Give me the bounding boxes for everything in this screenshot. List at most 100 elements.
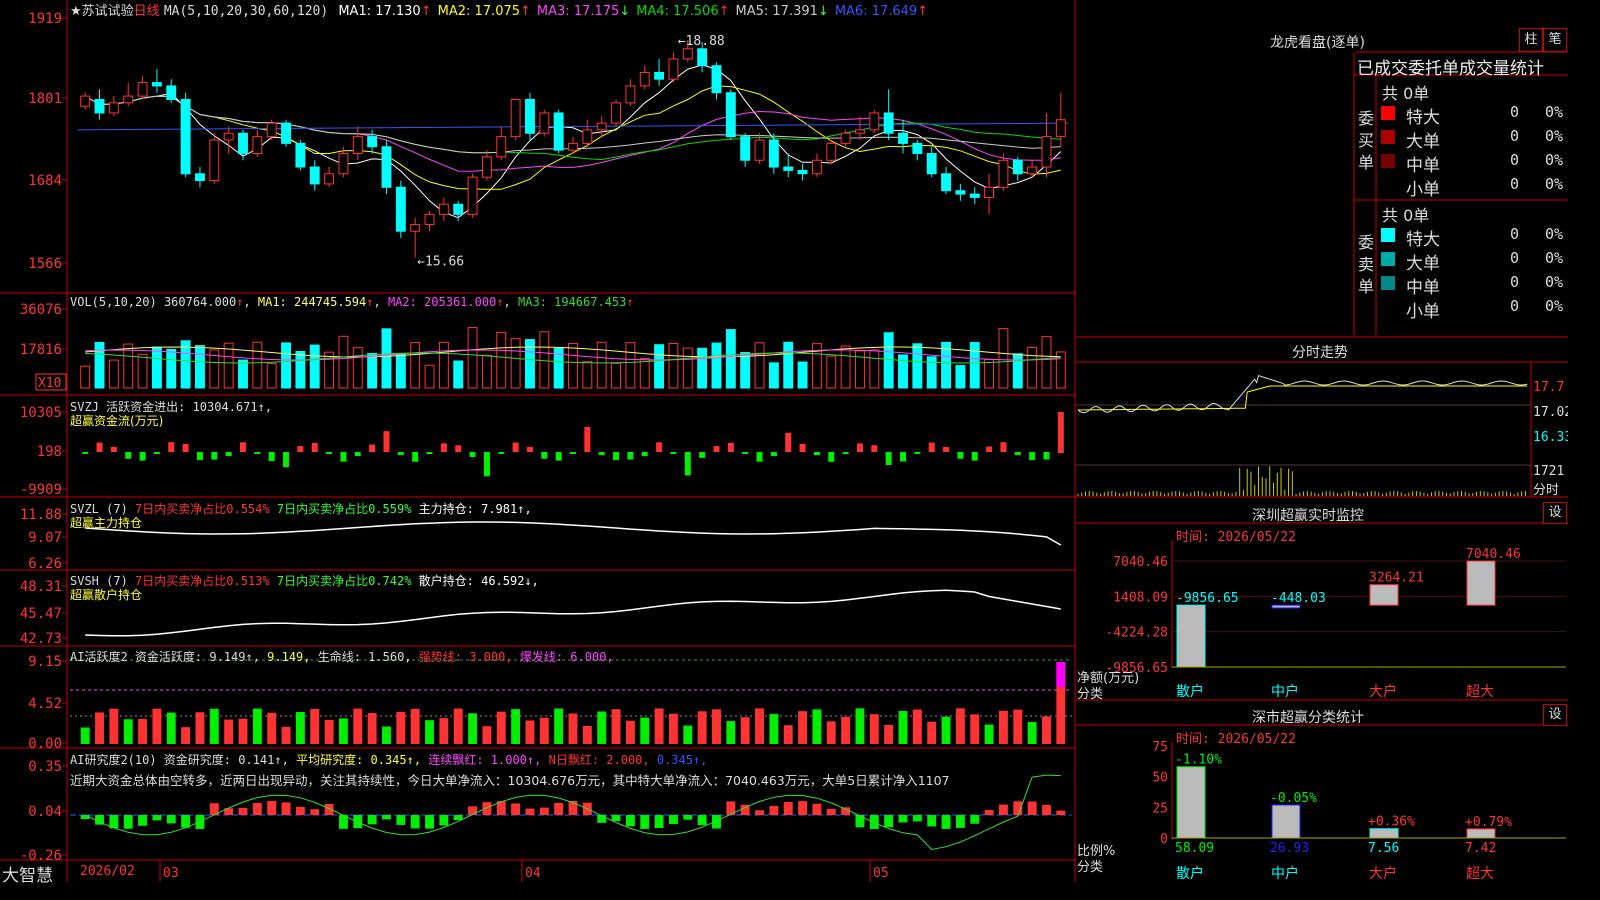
fund-flow-bar [584, 426, 591, 452]
vol-ma2: MA2: 205361.000 [387, 295, 497, 309]
class-pct-label: +0.36% [1368, 815, 1415, 830]
fund-flow-bar [326, 452, 333, 454]
main-header: ★苏试试验日线 MA(5,10,20,30,60,120) MA1: 17.13… [70, 0, 928, 19]
fund-flow-bar [871, 445, 878, 452]
research-bar [955, 815, 965, 828]
fund-flow-bar [168, 442, 175, 452]
research-bar [697, 815, 707, 826]
buy-color-swatch [1381, 106, 1395, 120]
class-pct-label: -1.10% [1175, 753, 1222, 768]
candle-body [424, 213, 435, 225]
buy-row-pct: 0% [1545, 127, 1564, 145]
activity-bar [998, 710, 1008, 744]
buy-row-count: 0 [1510, 127, 1520, 145]
volume-bar [754, 342, 765, 389]
monitor-category-label: 散户 [1176, 683, 1204, 700]
svzl-b: 7日内买卖净占比0.559% [276, 502, 412, 516]
class-pct-label: +0.79% [1465, 815, 1512, 830]
dragon-tabs[interactable]: 已成交委托单成交量统计 [1357, 54, 1544, 79]
volume-bar [453, 360, 464, 389]
research-bar [884, 815, 894, 828]
vol-ma1: MA1: 244745.594 [257, 295, 367, 309]
class-value-label: 58.09 [1175, 841, 1214, 856]
research-bar [525, 808, 535, 815]
bar-mode-button[interactable]: 柱 [1519, 28, 1543, 52]
tick-mode-button[interactable]: 笔 [1543, 28, 1567, 52]
sell-color-swatch [1381, 300, 1395, 314]
monitor-category-label: 超大 [1466, 684, 1494, 700]
sz-monitor-settings-button[interactable]: 设 [1543, 502, 1567, 524]
class-y-label: 75 [1152, 740, 1168, 755]
y-tick-label: 1566 [28, 256, 62, 272]
research-bar [640, 815, 650, 829]
research-bar [712, 815, 721, 829]
research-bar [654, 815, 664, 829]
up-arrow-icon: ↑ [496, 295, 504, 309]
activity-bar [1042, 716, 1051, 744]
activity-bar [841, 717, 851, 744]
candle-body [410, 223, 421, 232]
y-tick-label: 48.31 [20, 579, 62, 595]
period-label[interactable]: 日线 [134, 4, 160, 19]
candle-body [238, 132, 248, 155]
main-chart-area[interactable]: 1919 1801 1684 1566 ←18.88 ←15.66 36076 17816 X1… [0, 0, 1076, 882]
fund-flow-bar [699, 452, 706, 458]
activity-bar [138, 718, 148, 744]
candle-body [725, 92, 736, 138]
candle-body [625, 85, 636, 104]
y-tick-label: 198 [37, 444, 62, 460]
class-bar [1369, 828, 1399, 839]
activity-bar [554, 708, 564, 744]
activity-bar [697, 711, 707, 744]
vol-title: VOL(5,10,20) [70, 295, 157, 309]
activity-bar [166, 712, 176, 744]
research-bar [984, 809, 994, 815]
intraday-y-label: 17.7 [1533, 380, 1564, 395]
monitor-y-label: 7040.46 [1113, 555, 1168, 570]
sz-class-time: 时间: 2026/05/22 [1176, 732, 1296, 747]
fund-flow-bar [153, 452, 160, 455]
fund-flow-bar [297, 446, 304, 452]
candle-body [481, 156, 492, 178]
research-bar [1042, 805, 1051, 815]
volume-bar [252, 341, 263, 389]
y-tick-label: 42.73 [20, 631, 62, 647]
candle-body [252, 136, 263, 155]
activity-bar [984, 724, 994, 744]
up-arrow-icon: ↑ [366, 295, 374, 309]
ma-value-6: MA6: 17.649 [834, 4, 918, 19]
volume-bar [582, 361, 593, 389]
research-bar [482, 802, 492, 815]
volume-bar [467, 327, 478, 389]
ai2-header: AI活跃度2 资金活跃度: 9.149↑, 9.149, 生命线: 1.560,… [70, 648, 614, 665]
activity-bar [195, 712, 205, 744]
x-tick-label: 03 [163, 866, 179, 881]
research-bar [769, 805, 779, 815]
buy-color-swatch [1381, 178, 1395, 192]
buy-row-pct: 0% [1545, 151, 1564, 169]
stock-title[interactable]: ★苏试试验 [70, 4, 134, 19]
research-bar [1056, 810, 1066, 815]
down-arrow-icon: ↓ [619, 4, 631, 19]
activity-bar [238, 718, 248, 744]
sell-row-count: 0 [1510, 297, 1520, 315]
activity-bar [496, 711, 506, 744]
ma-value-1: MA1: 17.130 [338, 4, 421, 19]
ma-line-6 [77, 122, 1069, 131]
monitor-y-label: -4224.28 [1105, 626, 1168, 641]
buy-color-swatch [1381, 130, 1395, 144]
intraday-title[interactable]: 分时走势 [1292, 342, 1348, 362]
research-bar [798, 801, 808, 815]
candle-body [596, 122, 607, 131]
fund-flow-bar [555, 452, 562, 461]
dragon-title: 龙虎看盘(逐单) [1270, 35, 1365, 51]
candle-body [496, 136, 507, 158]
sz-class-settings-button[interactable]: 设 [1543, 704, 1567, 726]
candle-body [324, 173, 335, 185]
y-tick-label: 9.15 [28, 654, 62, 670]
candle-body [912, 142, 923, 155]
intraday-avg-line [1078, 385, 1528, 411]
research-bar [468, 806, 478, 815]
research-bar [353, 815, 363, 829]
buy-total: 共 0单 [1382, 84, 1430, 103]
